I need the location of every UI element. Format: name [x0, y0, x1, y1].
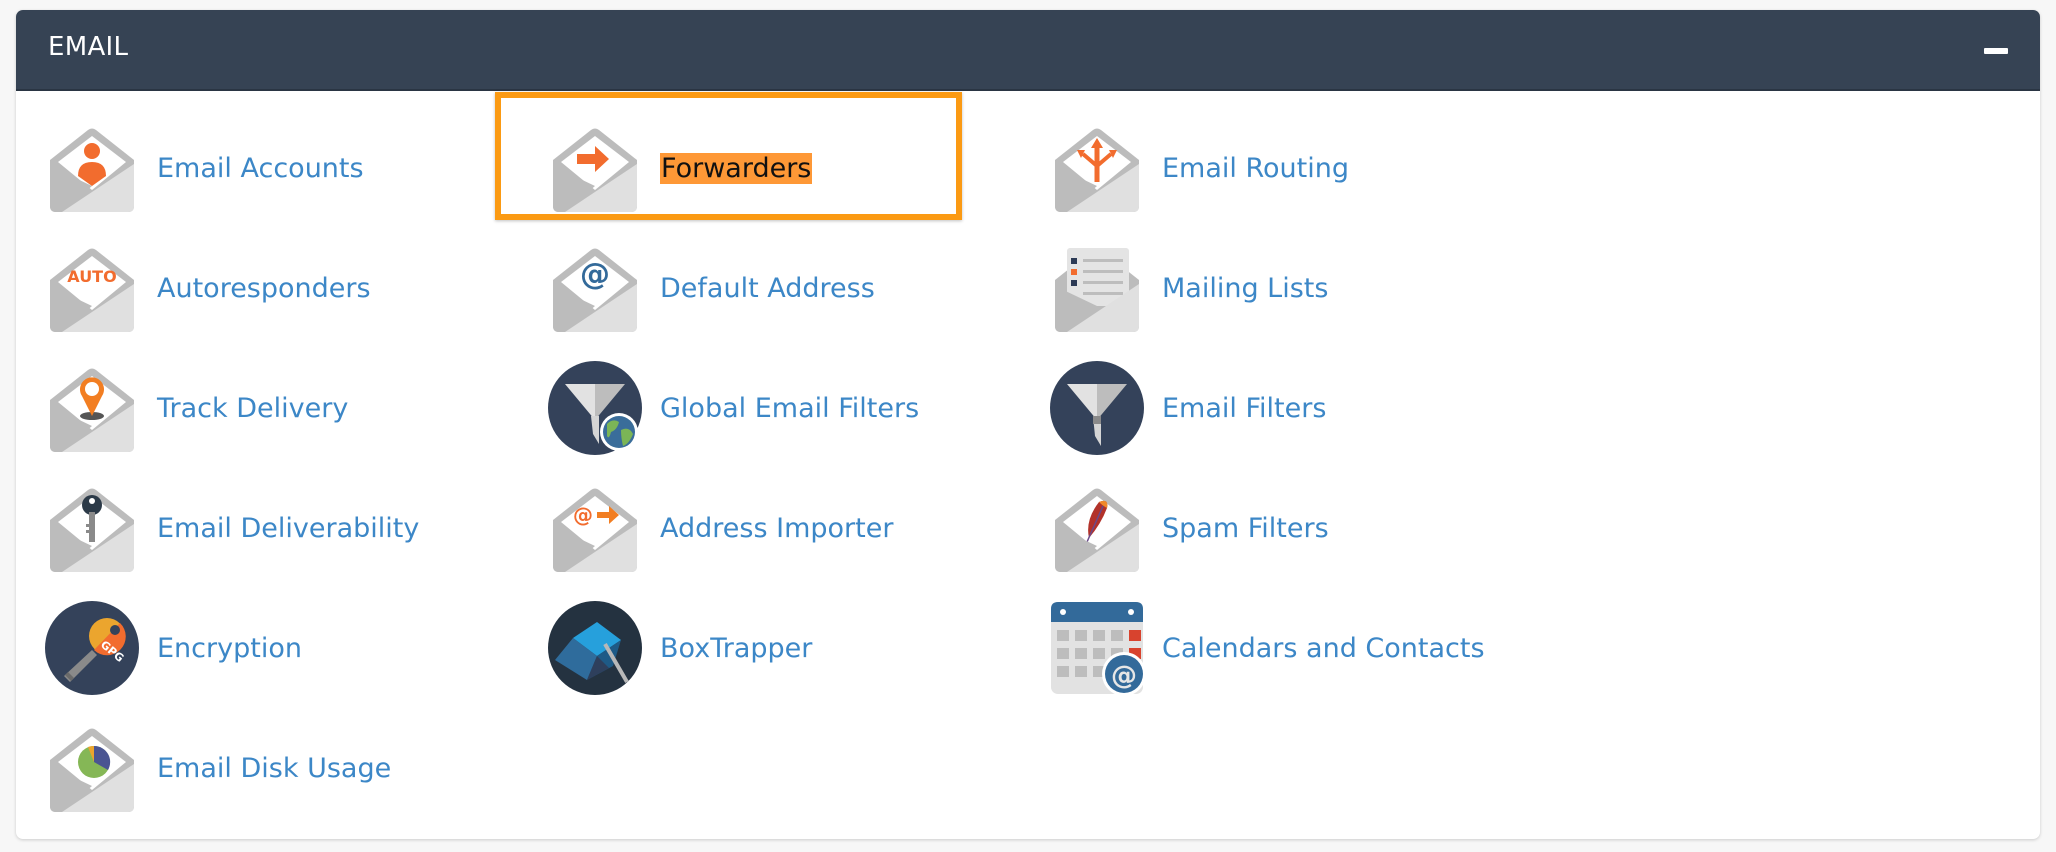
collapse-button[interactable]: [1982, 44, 2010, 58]
autoresponders-label: Autoresponders: [157, 272, 371, 304]
track-delivery-icon: [50, 368, 134, 452]
default-address-icon: @: [553, 248, 637, 332]
spam-filters-link[interactable]: Spam Filters: [1049, 478, 1329, 578]
email-disk-usage-link[interactable]: Email Disk Usage: [44, 718, 391, 818]
email-filters-label: Email Filters: [1162, 392, 1327, 424]
encryption-link[interactable]: GPG Encryption: [44, 598, 302, 698]
email-routing-label: Email Routing: [1162, 152, 1350, 184]
email-accounts-link[interactable]: Email Accounts: [44, 118, 364, 218]
address-importer-link[interactable]: @ Address Importer: [547, 478, 893, 578]
global-email-filters-link[interactable]: Global Email Filters: [547, 358, 919, 458]
mailing-lists-link[interactable]: Mailing Lists: [1049, 238, 1328, 338]
default-address-link[interactable]: @ Default Address: [547, 238, 875, 338]
email-routing-link[interactable]: Email Routing: [1049, 118, 1349, 218]
forwarders-icon: [553, 128, 637, 212]
section-header[interactable]: EMAIL: [16, 10, 2040, 91]
global-email-filters-icon: [548, 361, 642, 455]
spam-filters-icon: [1055, 488, 1139, 572]
autoresponders-link[interactable]: AUTO Autoresponders: [44, 238, 371, 338]
track-delivery-label: Track Delivery: [157, 392, 349, 424]
email-accounts-label: Email Accounts: [157, 152, 364, 184]
track-delivery-link[interactable]: Track Delivery: [44, 358, 348, 458]
email-accounts-icon: [50, 128, 134, 212]
address-importer-label: Address Importer: [660, 512, 894, 544]
collapse-icon: [1984, 48, 2008, 54]
svg-text:@: @: [580, 257, 610, 292]
boxtrapper-label: BoxTrapper: [660, 632, 813, 664]
mailing-lists-label: Mailing Lists: [1162, 272, 1329, 304]
calendars-and-contacts-label: Calendars and Contacts: [1162, 632, 1485, 664]
boxtrapper-icon: [548, 601, 642, 695]
default-address-label: Default Address: [660, 272, 875, 304]
forwarders-link[interactable]: Forwarders: [547, 118, 813, 218]
svg-text:@: @: [1111, 661, 1137, 691]
email-deliverability-icon: [50, 488, 134, 572]
address-importer-icon: @: [553, 488, 637, 572]
mailing-lists-icon: [1055, 248, 1139, 332]
global-email-filters-label: Global Email Filters: [660, 392, 920, 424]
encryption-icon: GPG: [45, 601, 139, 695]
email-filters-link[interactable]: Email Filters: [1049, 358, 1326, 458]
email-disk-usage-icon: [50, 728, 134, 812]
spam-filters-label: Spam Filters: [1162, 512, 1329, 544]
boxtrapper-link[interactable]: BoxTrapper: [547, 598, 812, 698]
svg-text:@: @: [573, 503, 593, 527]
email-deliverability-link[interactable]: Email Deliverability: [44, 478, 419, 578]
svg-text:AUTO: AUTO: [67, 267, 116, 286]
calendars-and-contacts-icon: @: [1051, 602, 1145, 696]
email-disk-usage-label: Email Disk Usage: [157, 752, 392, 784]
email-deliverability-label: Email Deliverability: [157, 512, 420, 544]
email-filters-icon: [1050, 361, 1144, 455]
email-routing-icon: [1055, 128, 1139, 212]
forwarders-label: Forwarders: [660, 152, 813, 184]
autoresponders-icon: AUTO: [50, 248, 134, 332]
calendars-and-contacts-link[interactable]: @ Calendars and Contacts: [1049, 598, 1485, 698]
encryption-label: Encryption: [157, 632, 302, 664]
section-title: EMAIL: [48, 32, 129, 62]
